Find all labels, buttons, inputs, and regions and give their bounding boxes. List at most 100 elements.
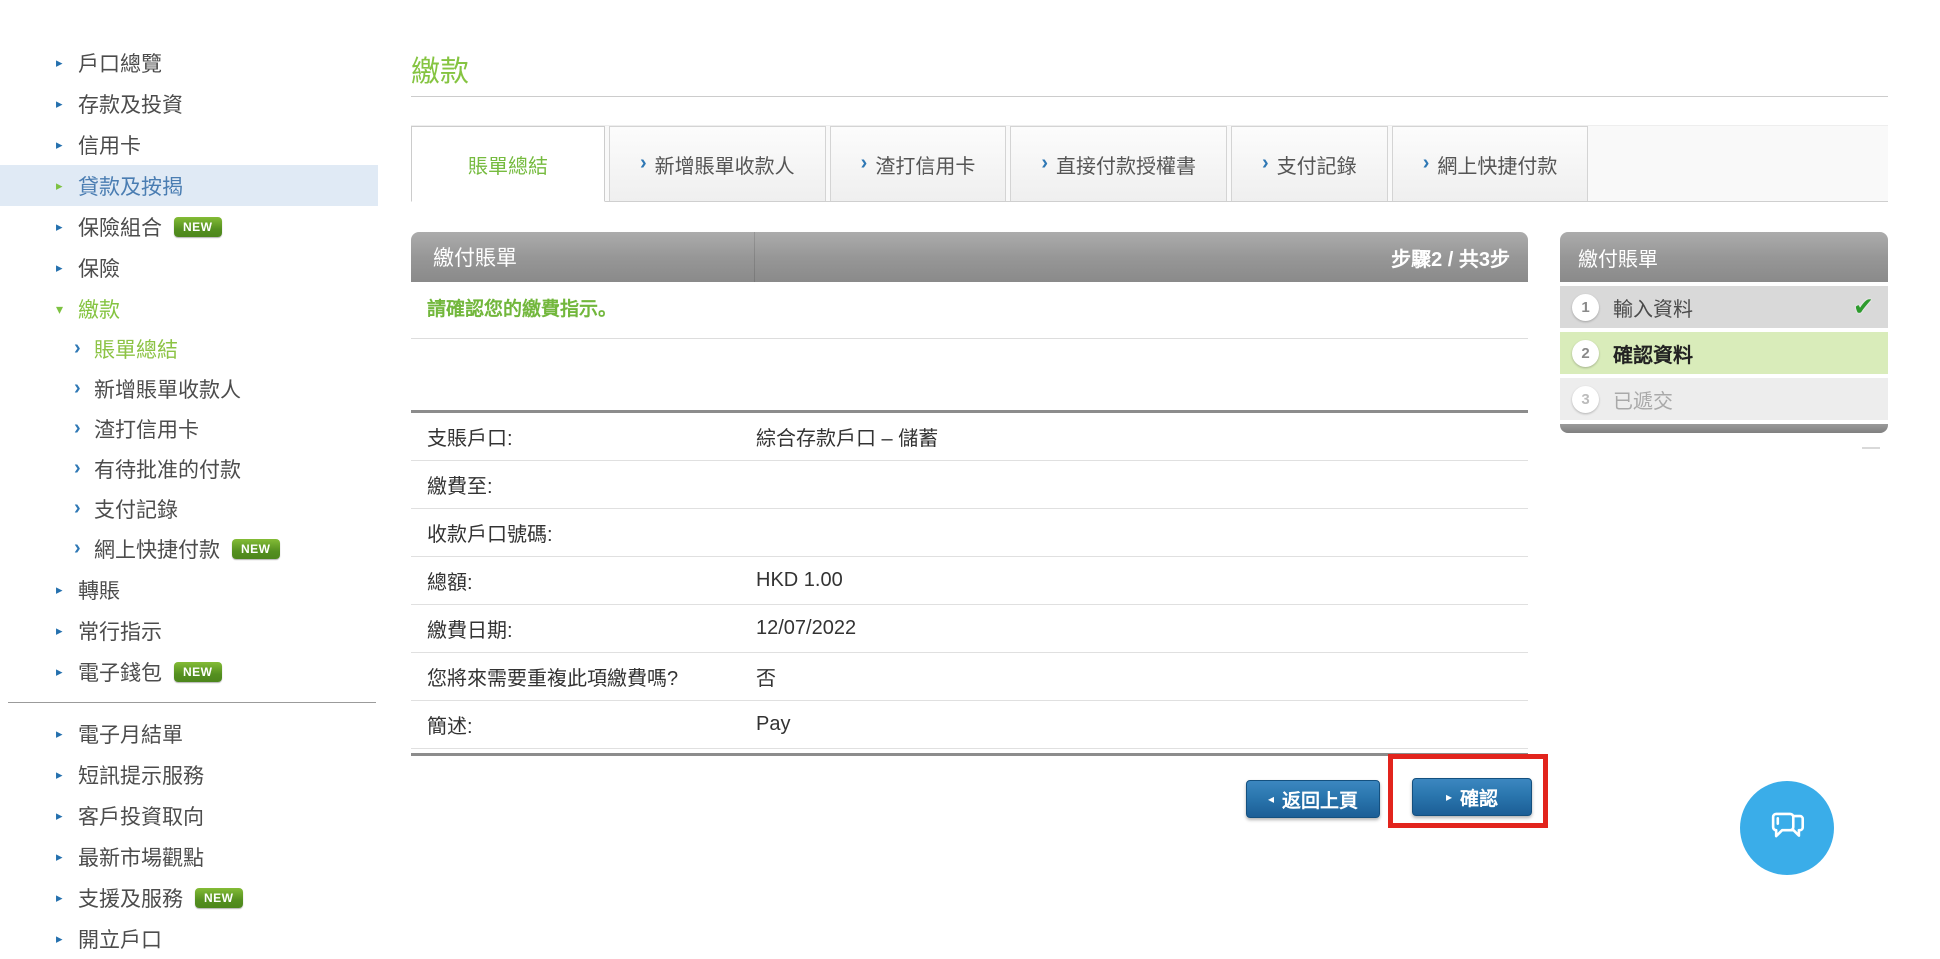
confirm-button[interactable]: ▸ 確認 (1412, 778, 1532, 816)
form-bottom-divider (411, 753, 1528, 756)
tab-bill-summary[interactable]: 賬單總結 (411, 126, 605, 202)
sidebar-item-label: 有待批准的付款 (94, 454, 241, 484)
sidebar-item-label: 貸款及按揭 (78, 171, 183, 201)
sidebar-item-label: 新增賬單收款人 (94, 374, 241, 404)
step-row-1: 1輸入資料✔ (1560, 286, 1888, 328)
chevron-right-icon: ▸ (56, 624, 78, 637)
steps-panel: 繳付賬單 1輸入資料✔ 2 確認資料 3 已遞交 (1560, 232, 1888, 433)
chevron-down-icon: ▾ (56, 302, 78, 316)
chevron-right-icon: ▸ (56, 97, 78, 110)
sidebar-item-e-statement[interactable]: ▸電子月結單 (0, 713, 378, 754)
field-row: 簡述:Pay (411, 701, 1528, 749)
chevron-right-icon: › (74, 498, 94, 518)
chevron-right-icon: ▸ (56, 220, 78, 233)
instruction-divider (411, 338, 1528, 339)
tab-online-quick-payment[interactable]: ›網上快捷付款 (1392, 126, 1589, 201)
tab-bar: 賬單總結›新增賬單收款人›渣打信用卡›直接付款授權書›支付記錄›網上快捷付款 (411, 125, 1888, 202)
panel-title: 繳付賬單 (411, 242, 517, 272)
field-value: HKD 1.00 (756, 569, 843, 592)
tab-direct-debit-authorisation[interactable]: ›直接付款授權書 (1010, 126, 1227, 201)
sidebar-item-e-wallet[interactable]: ▸電子錢包 NEW (0, 651, 378, 692)
check-icon: ✔ (1853, 292, 1874, 322)
sidebar-item-label: 最新市場觀點 (78, 842, 204, 872)
sidebar-item-label: 賬單總結 (94, 334, 178, 364)
back-arrow-icon: ◂ (1268, 792, 1274, 806)
field-label: 簡述: (411, 710, 756, 739)
field-row: 支賬戶口:綜合存款戶口 – 儲蓄 (411, 413, 1528, 461)
app-root: ▸戶口總覽▸存款及投資▸信用卡▸貸款及按揭▸保險組合NEW▸保險▾繳款›賬單總結… (0, 0, 1940, 955)
sidebar-item-account-overview[interactable]: ▸戶口總覽 (0, 42, 378, 83)
sidebar-item-loans-mortgages[interactable]: ▸貸款及按揭 (0, 165, 378, 206)
sidebar-item-bill-payment[interactable]: ▾繳款 (0, 288, 378, 329)
field-label: 總額: (411, 566, 756, 595)
new-badge: NEW (195, 888, 243, 908)
sidebar-item-label: 支付記錄 (94, 494, 178, 524)
sidebar-item-deposits-investments[interactable]: ▸存款及投資 (0, 83, 378, 124)
field-label: 繳費日期: (411, 614, 756, 643)
chevron-right-icon: ▸ (56, 665, 78, 678)
sidebar-item-transfer[interactable]: ▸轉賬 (0, 569, 378, 610)
sidebar-item-label: 戶口總覽 (78, 48, 162, 78)
confirmation-fields: 支賬戶口:綜合存款戶口 – 儲蓄繳費至:收款戶口號碼:總額:HKD 1.00繳費… (411, 413, 1528, 749)
tab-label: 賬單總結 (468, 150, 548, 179)
new-badge: NEW (174, 217, 222, 237)
step-number: 3 (1572, 386, 1599, 413)
chat-bubbles-icon (1761, 802, 1813, 854)
step-indicator: 步驟2 / 共3步 (1391, 243, 1528, 272)
steps-panel-footer (1560, 424, 1888, 433)
sidebar-item-payment-records[interactable]: ›支付記錄 (0, 489, 378, 529)
sidebar-item-insurance[interactable]: ▸保險 (0, 247, 378, 288)
sidebar-item-label: 存款及投資 (78, 89, 183, 119)
new-badge: NEW (174, 662, 222, 682)
chevron-right-icon: ▸ (56, 727, 78, 740)
chevron-right-icon: › (640, 152, 647, 175)
sidebar-item-insurance-portfolio[interactable]: ▸保險組合NEW (0, 206, 378, 247)
sidebar: ▸戶口總覽▸存款及投資▸信用卡▸貸款及按揭▸保險組合NEW▸保險▾繳款›賬單總結… (0, 42, 378, 959)
sidebar-item-credit-card[interactable]: ▸信用卡 (0, 124, 378, 165)
chat-button[interactable] (1740, 781, 1834, 875)
sidebar-item-label: 轉賬 (78, 575, 120, 605)
sidebar-item-sms-alert-service[interactable]: ▸短訊提示服務 (0, 754, 378, 795)
step-number: 2 (1572, 340, 1599, 367)
step-row-2: 2 確認資料 (1560, 332, 1888, 374)
back-button[interactable]: ◂ 返回上頁 (1246, 780, 1380, 818)
sidebar-item-online-quick-payment[interactable]: ›網上快捷付款NEW (0, 529, 378, 569)
chevron-right-icon: › (74, 418, 94, 438)
sidebar-item-latest-market-views[interactable]: ▸最新市場觀點 (0, 836, 378, 877)
field-label: 您將來需要重複此項繳費嗎? (411, 662, 756, 691)
field-label: 繳費至: (411, 470, 756, 499)
field-value: 綜合存款戶口 – 儲蓄 (756, 422, 938, 451)
sidebar-divider (8, 702, 376, 703)
chevron-right-icon: › (861, 152, 868, 175)
sidebar-item-pending-approval-payments[interactable]: ›有待批准的付款 (0, 449, 378, 489)
chevron-right-icon: ▸ (56, 261, 78, 274)
field-row: 繳費日期:12/07/2022 (411, 605, 1528, 653)
sidebar-item-scb-credit-card[interactable]: ›渣打信用卡 (0, 409, 378, 449)
sidebar-item-label: 信用卡 (78, 130, 141, 160)
sidebar-item-add-bill-payee[interactable]: ›新增賬單收款人 (0, 369, 378, 409)
chevron-right-icon: › (1423, 152, 1430, 175)
sidebar-item-label: 客戶投資取向 (78, 801, 204, 831)
field-row: 您將來需要重複此項繳費嗎?否 (411, 653, 1528, 701)
tab-payment-records[interactable]: ›支付記錄 (1231, 126, 1388, 201)
title-divider (411, 96, 1888, 97)
tab-label: 渣打信用卡 (875, 150, 975, 179)
panel-header-seam (754, 232, 755, 282)
sidebar-item-open-account[interactable]: ▸開立戶口 (0, 918, 378, 959)
chevron-right-icon: ▸ (56, 138, 78, 151)
chevron-right-icon: ▸ (56, 891, 78, 904)
tab-scb-credit-card[interactable]: › 渣打信用卡 (830, 126, 1007, 201)
tab-add-bill-payee[interactable]: ›新增賬單收款人 (609, 126, 826, 201)
sidebar-item-label: 電子錢包 (78, 657, 162, 687)
sidebar-item-standing-instructions[interactable]: ▸常行指示 (0, 610, 378, 651)
chevron-right-icon: › (74, 338, 94, 358)
sidebar-item-support-services[interactable]: ▸支援及服務NEW (0, 877, 378, 918)
step-label: 已遞交 (1613, 385, 1673, 414)
sidebar-item-bill-summary[interactable]: ›賬單總結 (0, 329, 378, 369)
confirm-button-label: 確認 (1460, 784, 1498, 811)
steps-panel-title: 繳付賬單 (1560, 232, 1888, 282)
sidebar-item-label: 保險 (78, 253, 120, 283)
step-label: 確認資料 (1613, 339, 1693, 368)
sidebar-item-customer-investment-profile[interactable]: ▸客戶投資取向 (0, 795, 378, 836)
page-artifact-dash (1862, 447, 1880, 449)
